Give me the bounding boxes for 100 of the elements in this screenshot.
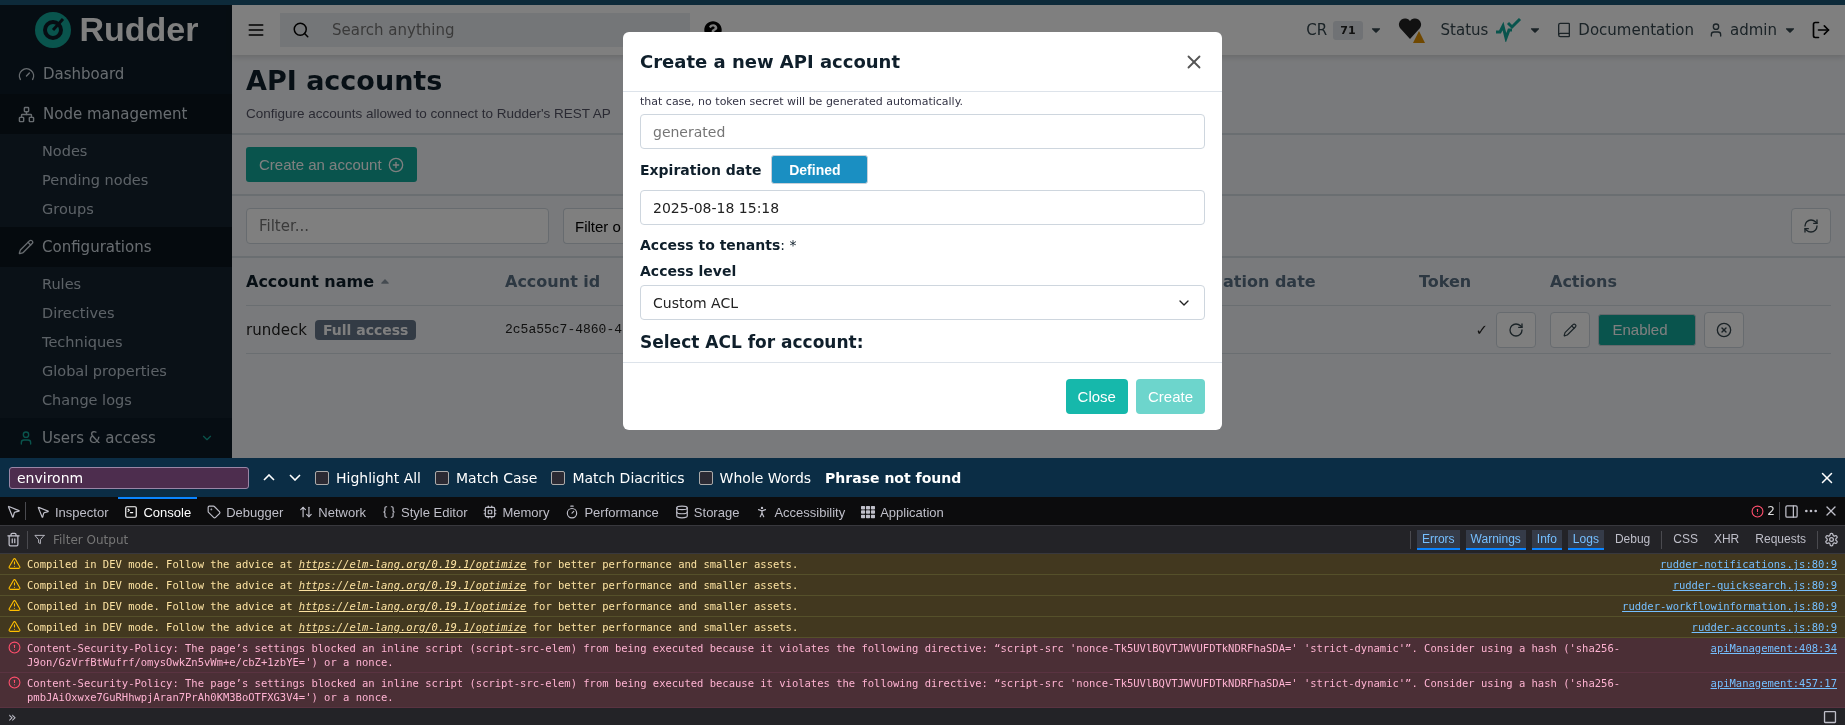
sidebar-subitem[interactable]: Pending nodes xyxy=(0,165,232,195)
rotate-icon xyxy=(1508,321,1524,338)
devtools-tab[interactable]: Memory xyxy=(477,496,556,526)
console-icon xyxy=(124,505,139,519)
account-id: 2c5a55c7-4860-4 xyxy=(505,322,623,337)
sidebar-item[interactable]: Users & access xyxy=(0,418,232,458)
picker-icon[interactable] xyxy=(6,503,21,519)
source-link[interactable]: rudder-notifications.js:80:9 xyxy=(1660,557,1837,571)
level-filter[interactable]: Errors xyxy=(1416,529,1460,550)
message-text: Content-Security-Policy: The page’s settings blocked an inline script (script-src-elem) from being executed because it violates the following directive: “script-src 'nonce-Tk5UVlBQVTJWVUFDTkNDRFhaSDA=' 'strict-dynamic'”. Consider using a hash ('sha256-pmbJAiOxwxe7GuRHhwpjAran7PrAh0KM3BoOTFXG3V4=') or a nonce. xyxy=(27,676,1622,704)
chevron-down-icon xyxy=(289,474,301,481)
trash-icon[interactable] xyxy=(6,532,21,547)
checkbox[interactable] xyxy=(698,470,713,485)
memory-icon xyxy=(483,505,498,519)
message-text: Compiled in DEV mode. Follow the advice at https://elm-lang.org/0.19.1/optimize for better performance and smaller assets. xyxy=(27,620,800,634)
devtools-tab[interactable]: Style Editor xyxy=(376,496,474,526)
type-filter[interactable]: Requests xyxy=(1750,529,1811,550)
search-icon xyxy=(292,21,310,39)
logout-icon[interactable] xyxy=(1811,20,1831,40)
inspector-icon xyxy=(36,505,50,519)
logo-icon xyxy=(33,10,72,49)
defined-toggle[interactable]: Defined xyxy=(771,155,869,184)
user-name[interactable]: admin xyxy=(1730,21,1777,39)
settings-icon[interactable] xyxy=(1824,532,1839,547)
panel-icon[interactable] xyxy=(1823,709,1837,724)
token-field[interactable]: generated xyxy=(640,114,1205,149)
level-filter[interactable]: Warnings xyxy=(1465,529,1526,550)
heart-warning-icon[interactable] xyxy=(1396,15,1427,45)
source-link[interactable]: rudder-accounts.js:80:9 xyxy=(1691,620,1837,634)
error-icon xyxy=(8,676,21,689)
warning-icon xyxy=(8,620,21,633)
search-field[interactable]: Search anything xyxy=(280,13,690,47)
error-icon xyxy=(8,641,21,654)
book-icon xyxy=(1556,22,1573,38)
source-link[interactable]: rudder-workflowinformation.js:80:9 xyxy=(1622,599,1837,613)
sidebar-subitem[interactable]: Change logs xyxy=(0,385,232,415)
date-field[interactable]: 2025-08-18 15:18 xyxy=(640,190,1205,225)
devtools-tab[interactable]: Performance xyxy=(559,496,665,526)
next-button[interactable] xyxy=(289,474,301,481)
checkbox-label[interactable]: Match Diacritics xyxy=(572,469,685,486)
source-link[interactable]: apiManagement:408:34 xyxy=(1710,641,1837,655)
status-label[interactable]: Status xyxy=(1440,21,1489,39)
grid-icon xyxy=(861,505,876,519)
edit-button[interactable] xyxy=(1550,311,1590,348)
field-label: Access to tenants: * xyxy=(640,237,798,253)
filter-output-field[interactable]: Filter Output xyxy=(51,531,251,548)
checkbox-label[interactable]: Highlight All xyxy=(336,469,421,486)
delete-icon xyxy=(1716,321,1732,338)
console-prompt[interactable]: » xyxy=(8,708,17,725)
type-filter[interactable]: CSS xyxy=(1668,529,1703,550)
section-heading: Select ACL for account: xyxy=(640,332,865,352)
filter-field[interactable]: Filter... xyxy=(246,208,549,244)
user-icon xyxy=(1708,22,1724,38)
devtools-tab[interactable]: Network xyxy=(293,496,372,526)
filter-button[interactable]: Filter o xyxy=(563,208,624,244)
devtools-tab[interactable]: Storage xyxy=(668,496,746,526)
source-link[interactable]: rudder-quicksearch.js:80:9 xyxy=(1672,578,1837,592)
checkbox-label[interactable]: Whole Words xyxy=(719,469,812,486)
level-filter[interactable]: Logs xyxy=(1567,529,1604,550)
warning-icon xyxy=(8,578,21,591)
sidebar-subitem[interactable]: Groups xyxy=(0,194,232,224)
checkbox[interactable] xyxy=(315,470,329,485)
find-field[interactable]: environm xyxy=(9,466,249,489)
message-text: Content-Security-Policy: The page’s settings blocked an inline script (script-src-elem) from being executed because it violates the following directive: “script-src 'nonce-Tk5UVlBQVTJWVUFDTkNDRFhaSDA=' 'strict-dynamic'”. Consider using a hash ('sha256-J9on/GzVrfBtWufrf/omysOwkZn5vWm+e/cbZ+1zbYE=') or a nonce. xyxy=(27,641,1622,669)
sidebar-item[interactable]: Configurations xyxy=(0,227,232,268)
access-badge: Full access xyxy=(314,319,417,340)
source-link[interactable]: apiManagement:457:17 xyxy=(1710,676,1837,690)
token-check: ✓ xyxy=(1475,320,1488,339)
level-filter[interactable]: Debug xyxy=(1609,529,1656,550)
devtools-tab[interactable]: Inspector xyxy=(30,496,115,526)
message-link[interactable]: https://elm-lang.org/0.19.1/optimize xyxy=(298,579,527,591)
message-link[interactable]: https://elm-lang.org/0.19.1/optimize xyxy=(298,621,527,633)
checkbox[interactable] xyxy=(551,470,566,485)
previous-button[interactable] xyxy=(263,474,275,481)
message-link[interactable]: https://elm-lang.org/0.19.1/optimize xyxy=(298,558,527,570)
column-header[interactable]: Account name xyxy=(246,272,375,291)
checkbox[interactable] xyxy=(435,470,449,485)
message-link[interactable]: https://elm-lang.org/0.19.1/optimize xyxy=(298,600,527,612)
regenerate-button[interactable] xyxy=(1496,311,1536,348)
level-filter[interactable]: Info xyxy=(1531,529,1562,550)
sidebar-subitem[interactable]: Rules xyxy=(0,269,232,299)
sidebar-subitem[interactable]: Directives xyxy=(0,298,232,328)
delete-button[interactable] xyxy=(1704,311,1744,348)
page-title: API accounts xyxy=(246,65,443,96)
devtools-tab[interactable]: Application xyxy=(855,496,950,526)
sidebar-subitem[interactable]: Nodes xyxy=(0,136,232,166)
refresh-button[interactable] xyxy=(1791,208,1831,244)
message-text: Compiled in DEV mode. Follow the advice at https://elm-lang.org/0.19.1/optimize for better performance and smaller assets. xyxy=(27,578,800,592)
checkbox-label[interactable]: Match Case xyxy=(456,469,538,486)
sidebar-item[interactable]: Node management xyxy=(0,94,232,135)
documentation-link[interactable]: Documentation xyxy=(1578,21,1694,39)
devtools-tab[interactable]: Debugger xyxy=(201,496,290,526)
sidebar-subitem[interactable]: Global properties xyxy=(0,356,232,386)
filter-icon xyxy=(34,534,45,545)
error-count[interactable]: 2 xyxy=(1767,504,1775,518)
sidebar-subitem[interactable]: Techniques xyxy=(0,327,232,357)
devtools-tab[interactable]: Accessibility xyxy=(749,496,852,526)
type-filter[interactable]: XHR xyxy=(1708,529,1745,550)
access-level-select[interactable]: Custom ACL xyxy=(640,285,1205,320)
dock-icon[interactable] xyxy=(1784,503,1799,519)
